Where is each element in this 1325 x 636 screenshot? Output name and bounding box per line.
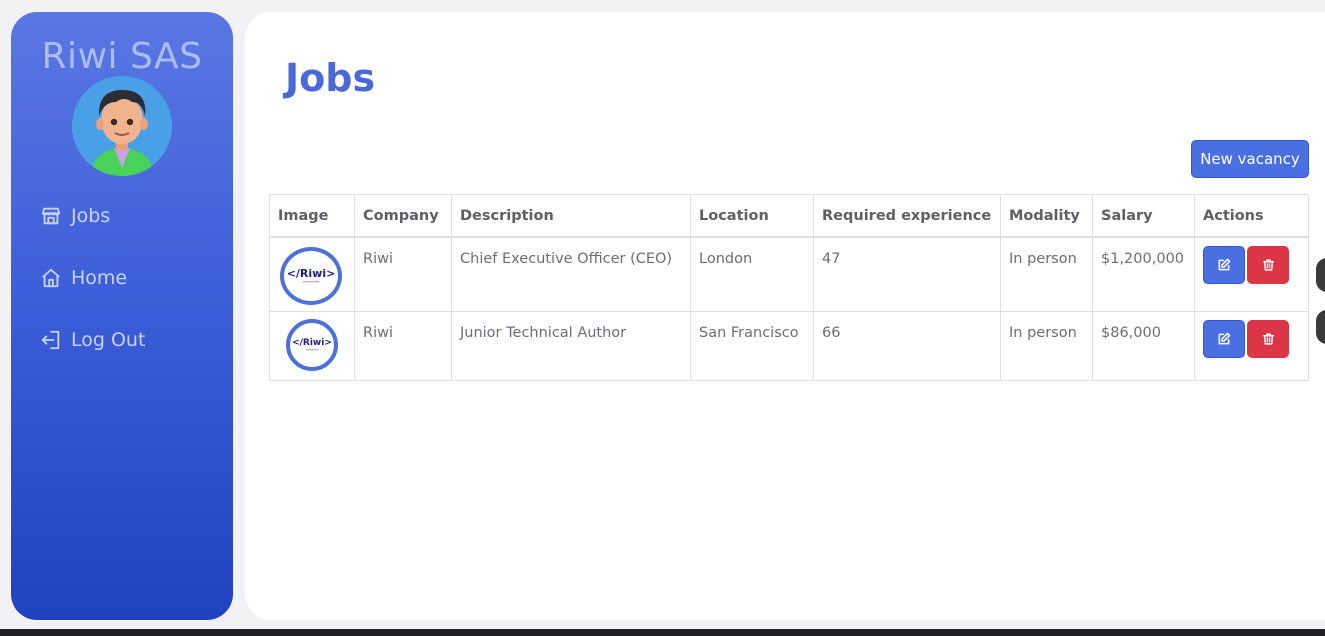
store-icon xyxy=(40,205,62,227)
column-header-location: Location xyxy=(690,194,814,238)
logo-text: </Riwi> xyxy=(292,338,332,348)
image-cell: </Riwi> ━━━━━━━━━ xyxy=(269,236,355,312)
page-title: Jobs xyxy=(285,56,376,100)
avatar xyxy=(72,76,172,176)
sidebar-item-jobs[interactable]: Jobs xyxy=(40,201,110,231)
column-header-company: Company xyxy=(354,194,452,238)
company-cell: Riwi xyxy=(354,311,452,381)
experience-cell: 66 xyxy=(813,311,1001,381)
edit-button[interactable] xyxy=(1203,320,1245,358)
main-panel: Jobs New vacancy Image Company Descripti… xyxy=(245,12,1325,620)
delete-button[interactable] xyxy=(1247,246,1289,284)
sidebar-item-home[interactable]: Home xyxy=(40,263,127,293)
trash-icon xyxy=(1262,333,1274,345)
column-header-image: Image xyxy=(269,194,355,238)
avatar-illustration xyxy=(72,76,172,176)
logo-text: </Riwi> xyxy=(286,267,336,280)
column-header-modality: Modality xyxy=(1000,194,1093,238)
image-cell: </Riwi> ━━━━━━━ xyxy=(269,311,355,381)
logo-tagline: ━━━━━━━━━ xyxy=(302,280,320,284)
salary-cell: $86,000 xyxy=(1092,311,1195,381)
sidebar-item-logout[interactable]: Log Out xyxy=(40,325,145,355)
logout-icon xyxy=(40,329,62,351)
edit-icon xyxy=(1218,332,1231,345)
table-row: </Riwi> ━━━━━━━━━ Riwi Chief Executive O… xyxy=(269,236,1309,312)
actions-cell xyxy=(1194,311,1309,381)
modality-cell: In person xyxy=(1000,311,1093,381)
description-cell: Junior Technical Author xyxy=(451,311,691,381)
description-cell: Chief Executive Officer (CEO) xyxy=(451,236,691,312)
floating-widget-handle[interactable] xyxy=(1316,258,1325,292)
salary-cell: $1,200,000 xyxy=(1092,236,1195,312)
actions-cell xyxy=(1194,236,1309,312)
logo-tagline: ━━━━━━━ xyxy=(305,348,319,352)
column-header-salary: Salary xyxy=(1092,194,1195,238)
delete-button[interactable] xyxy=(1247,320,1289,358)
floating-widget-handle[interactable] xyxy=(1316,310,1325,344)
table-header-row: Image Company Description Location Requi… xyxy=(269,194,1309,238)
experience-cell: 47 xyxy=(813,236,1001,312)
table-row: </Riwi> ━━━━━━━ Riwi Junior Technical Au… xyxy=(269,311,1309,381)
company-logo: </Riwi> ━━━━━━━━━ xyxy=(280,247,342,305)
home-icon xyxy=(40,267,62,289)
column-header-actions: Actions xyxy=(1194,194,1309,238)
location-cell: London xyxy=(690,236,814,312)
location-cell: San Francisco xyxy=(690,311,814,381)
taskbar-strip xyxy=(0,629,1325,636)
sidebar-item-label: Jobs xyxy=(71,205,111,227)
sidebar-item-label: Log Out xyxy=(71,329,146,351)
modality-cell: In person xyxy=(1000,236,1093,312)
edit-button[interactable] xyxy=(1203,246,1245,284)
edit-icon xyxy=(1218,258,1231,271)
brand-title: Riwi SAS xyxy=(41,36,203,77)
app-screen: Riwi SAS Jobs Home Log Out Jobs New vaca… xyxy=(0,0,1325,636)
new-vacancy-button[interactable]: New vacancy xyxy=(1191,140,1309,178)
company-logo: </Riwi> ━━━━━━━ xyxy=(286,319,338,371)
trash-icon xyxy=(1262,259,1274,271)
company-cell: Riwi xyxy=(354,236,452,312)
column-header-description: Description xyxy=(451,194,691,238)
sidebar: Riwi SAS Jobs Home Log Out xyxy=(11,12,233,620)
column-header-experience: Required experience xyxy=(813,194,1001,238)
jobs-table: Image Company Description Location Requi… xyxy=(269,194,1309,381)
sidebar-item-label: Home xyxy=(71,267,128,289)
